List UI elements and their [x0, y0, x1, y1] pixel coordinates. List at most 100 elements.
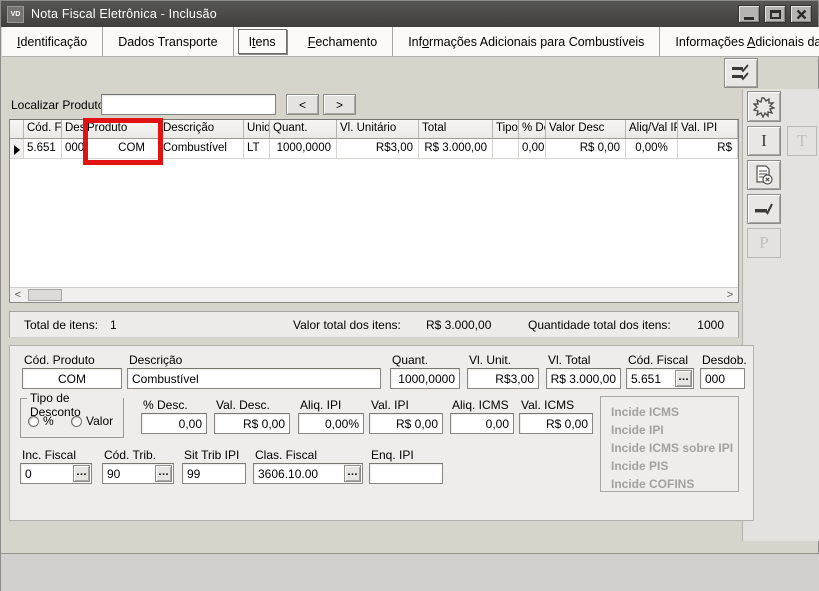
grid-header-cod-f[interactable]: Cód. F	[24, 120, 62, 139]
maximize-button[interactable]	[764, 5, 786, 23]
inc-fiscal-browse-button[interactable]: …	[73, 465, 90, 482]
prev-item-button[interactable]: <	[286, 94, 319, 115]
p-button: P	[747, 228, 781, 258]
chevron-right-icon: >	[336, 98, 343, 112]
total-items-value: 1	[110, 318, 117, 332]
grid-header-total[interactable]: Total	[419, 120, 493, 139]
tab-fechamento[interactable]: Fechamento	[293, 27, 394, 56]
cell-val-ipi[interactable]: R$	[678, 139, 738, 159]
cell-quant[interactable]: 1000,0000	[270, 139, 337, 159]
radio-icon	[28, 416, 39, 427]
confirm-item-button[interactable]	[747, 194, 781, 224]
quant-field[interactable]: 1000,0000	[390, 368, 460, 389]
title-bar: VD Nota Fiscal Eletrônica - Inclusão	[1, 1, 818, 27]
descricao-label: Descrição	[129, 353, 182, 367]
grid-header-pct-desc[interactable]: % De	[519, 120, 546, 139]
clas-fiscal-field[interactable]: 3606.10.00 …	[253, 463, 363, 484]
cell-cod-f[interactable]: 5.651	[24, 139, 62, 159]
inc-fiscal-field[interactable]: 0 …	[20, 463, 92, 484]
totals-bar: Total de itens: 1 Valor total dos itens:…	[9, 311, 739, 338]
grid-header-produto[interactable]: Produto	[84, 120, 160, 139]
cancel-item-button[interactable]	[747, 160, 781, 190]
radio-percent[interactable]: %	[28, 414, 54, 428]
tab-info-nfe[interactable]: Informações Adicionais da NF-e	[660, 27, 819, 56]
close-button[interactable]	[790, 5, 812, 23]
total-value-value: R$ 3.000,00	[426, 318, 491, 332]
grid-header-valor-desc[interactable]: Valor Desc	[546, 120, 626, 139]
cod-produto-field[interactable]: COM	[22, 368, 122, 389]
quant-label: Quant.	[392, 353, 428, 367]
grid-header-descricao[interactable]: Descrição	[160, 120, 244, 139]
burst-button[interactable]	[747, 91, 781, 122]
cell-total[interactable]: R$ 3.000,00	[419, 139, 493, 159]
grid-header-unid[interactable]: Unid	[244, 120, 270, 139]
pct-desc-field[interactable]: 0,00	[141, 413, 207, 434]
cod-fiscal-browse-button[interactable]: …	[675, 370, 692, 387]
total-items-label: Total de itens:	[24, 318, 98, 332]
desdob-field[interactable]: 000	[700, 368, 745, 389]
grid-header-desc[interactable]: Desc	[62, 120, 84, 139]
val-ipi-field[interactable]: R$ 0,00	[369, 413, 443, 434]
cod-trib-label: Cód. Trib.	[104, 448, 156, 462]
vl-total-field[interactable]: R$ 3.000,00	[546, 368, 621, 389]
desdob-label: Desdob.	[702, 353, 747, 367]
italic-button[interactable]: I	[747, 126, 781, 156]
minimize-button[interactable]	[738, 5, 760, 23]
cell-desc[interactable]: 000	[62, 139, 84, 159]
grid-header-val-ipi[interactable]: Val. IPI	[678, 120, 738, 139]
close-icon	[796, 9, 807, 20]
scroll-right-arrow[interactable]: >	[722, 288, 738, 303]
cell-valor-desc[interactable]: R$ 0,00	[546, 139, 626, 159]
scroll-left-arrow[interactable]: <	[10, 288, 26, 303]
aliq-icms-label: Aliq. ICMS	[452, 398, 509, 412]
total-qty-value: 1000	[697, 318, 724, 332]
table-row[interactable]: 5.651 000 COM Combustível LT 1000,0000 R…	[10, 139, 738, 159]
cell-aliq-val-ipi[interactable]: 0,00%	[626, 139, 678, 159]
grid-header-quant[interactable]: Quant.	[270, 120, 337, 139]
scrollbar-thumb[interactable]	[28, 289, 62, 301]
cell-pct-desc[interactable]: 0,00	[519, 139, 546, 159]
check-lines-icon	[731, 64, 751, 82]
val-icms-field[interactable]: R$ 0,00	[519, 413, 593, 434]
enq-ipi-field[interactable]	[369, 463, 443, 484]
horizontal-scrollbar[interactable]: < >	[10, 287, 738, 302]
locate-product-input[interactable]	[101, 94, 276, 115]
cell-tipo[interactable]	[493, 139, 519, 159]
tab-identificacao[interactable]: Identificação	[2, 27, 103, 56]
radio-valor[interactable]: Valor	[71, 414, 113, 428]
cod-trib-browse-button[interactable]: …	[155, 465, 172, 482]
row-selector-arrow-icon	[14, 145, 20, 155]
cell-unid[interactable]: LT	[244, 139, 270, 159]
cell-produto[interactable]: COM	[84, 139, 160, 159]
check-all-items-button[interactable]	[724, 58, 758, 88]
tab-info-combustiveis[interactable]: Informações Adicionais para Combustíveis	[393, 27, 660, 56]
clas-fiscal-browse-button[interactable]: …	[344, 465, 361, 482]
aliq-ipi-field[interactable]: 0,00%	[298, 413, 364, 434]
vl-unit-field[interactable]: R$3,00	[467, 368, 539, 389]
grid-header-vl-unitario[interactable]: Vl. Unitário	[337, 120, 419, 139]
grid-header-aliq-val-ipi[interactable]: Aliq/Val IP	[626, 120, 678, 139]
grid-header-row: Cód. F Desc Produto Descrição Unid Quant…	[10, 120, 738, 139]
sit-trib-ipi-field[interactable]: 99	[182, 463, 246, 484]
val-desc-field[interactable]: R$ 0,00	[214, 413, 290, 434]
tab-label: Inf	[408, 35, 422, 49]
cod-fiscal-field[interactable]: 5.651 …	[626, 368, 694, 389]
locate-product-label: Localizar Produto	[11, 98, 104, 112]
grid-header-tipo[interactable]: Tipo	[493, 120, 519, 139]
tab-dados-transporte[interactable]: Dados Transporte	[103, 27, 233, 56]
next-item-button[interactable]: >	[323, 94, 356, 115]
tipo-desconto-group: Tipo de Desconto % Valor	[20, 398, 124, 438]
aliq-icms-field[interactable]: 0,00	[450, 413, 514, 434]
row-selector-cell	[10, 139, 24, 159]
cell-vl-unitario[interactable]: R$3,00	[337, 139, 419, 159]
cod-trib-field[interactable]: 90 …	[102, 463, 174, 484]
tab-itens[interactable]: Itens	[238, 29, 287, 54]
aliq-ipi-label: Aliq. IPI	[300, 398, 341, 412]
letter-p-icon: P	[759, 233, 768, 253]
cell-descricao[interactable]: Combustível	[160, 139, 244, 159]
tab-bar: Identificação Dados Transporte Itens Fec…	[2, 27, 819, 57]
pct-desc-label: % Desc.	[143, 398, 188, 412]
descricao-field[interactable]: Combustível	[127, 368, 381, 389]
sit-trib-ipi-label: Sit Trib IPI	[184, 448, 239, 462]
incide-icms-sobre-ipi: Incide ICMS sobre IPI	[611, 439, 738, 457]
